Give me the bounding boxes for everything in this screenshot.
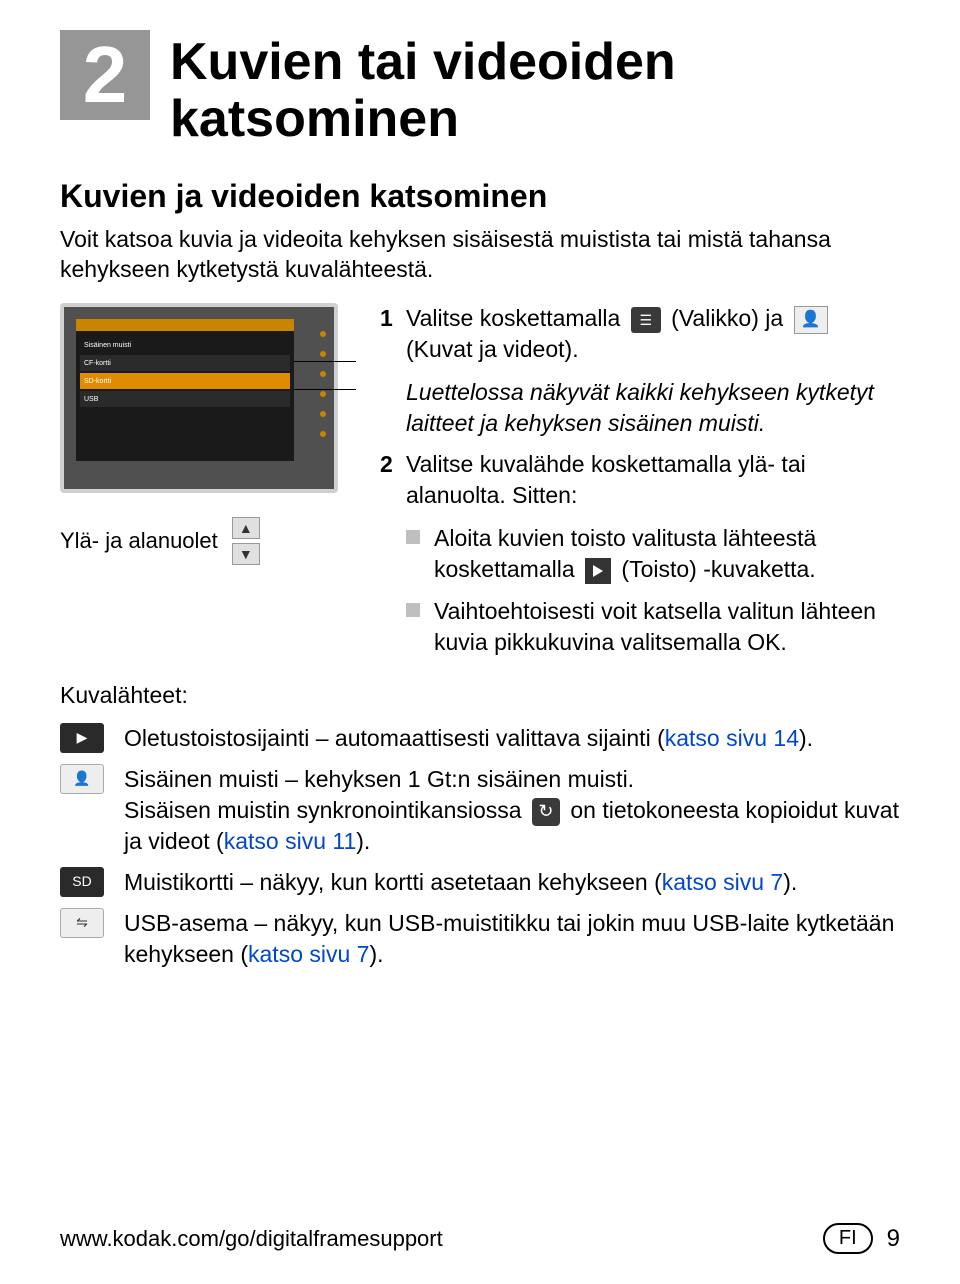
source-usb: ⇋ USB-asema – näkyy, kun USB-muistitikku… bbox=[60, 908, 900, 970]
pictures-icon: 👤 bbox=[794, 306, 828, 334]
step1-text-b: (Valikko) ja bbox=[665, 305, 790, 331]
section-heading: Kuvien ja videoiden katsominen bbox=[60, 178, 900, 215]
arrows-label: Ylä- ja alanuolet bbox=[60, 528, 218, 554]
src-usb-b: ). bbox=[369, 941, 383, 967]
device-illustration: Sisäinen muisti CF-kortti SD-kortti USB bbox=[60, 303, 338, 493]
bullet1-text-b: (Toisto) -kuvaketta. bbox=[615, 556, 816, 582]
step1-text-a: Valitse koskettamalla bbox=[406, 305, 627, 331]
page-footer: www.kodak.com/go/digitalframesupport FI … bbox=[60, 1223, 900, 1254]
link-page-11[interactable]: katso sivu 11 bbox=[224, 828, 357, 854]
src-internal-2c: ). bbox=[356, 828, 370, 854]
square-bullet-icon bbox=[406, 530, 420, 544]
step2-bullet-2: Vaihtoehtoisesti voit katsella valitun l… bbox=[406, 596, 900, 658]
chapter-header: 2 Kuvien tai videoiden katsominen bbox=[60, 30, 900, 148]
source-internal: 👤 Sisäinen muisti – kehyksen 1 Gt:n sisä… bbox=[60, 764, 900, 857]
step1-note: Luettelossa näkyvät kaikki kehykseen kyt… bbox=[406, 377, 900, 439]
arrow-down-icon: ▼ bbox=[232, 543, 260, 565]
link-page-14[interactable]: katso sivu 14 bbox=[665, 725, 799, 751]
menu-icon: ☰ bbox=[631, 307, 661, 333]
step-2: 2 Valitse kuvalähde koskettamalla ylä- t… bbox=[380, 449, 900, 511]
src-default-b: ). bbox=[799, 725, 813, 751]
language-badge: FI bbox=[823, 1223, 873, 1254]
step2-text: Valitse kuvalähde koskettamalla ylä- tai… bbox=[406, 449, 900, 511]
usb-icon: ⇋ bbox=[60, 908, 104, 938]
bullet2-text: Vaihtoehtoisesti voit katsella valitun l… bbox=[434, 596, 900, 658]
step-1: 1 Valitse koskettamalla ☰ (Valikko) ja 👤… bbox=[380, 303, 900, 365]
section-intro: Voit katsoa kuvia ja videoita kehyksen s… bbox=[60, 225, 900, 285]
folder-play-icon: ▶ bbox=[60, 723, 104, 753]
step2-bullet-1: Aloita kuvien toisto valitusta lähteestä… bbox=[406, 523, 900, 585]
footer-url: www.kodak.com/go/digitalframesupport bbox=[60, 1226, 443, 1252]
src-usb-a: USB-asema – näkyy, kun USB-muistitikku t… bbox=[124, 910, 894, 967]
sync-icon: ↻ bbox=[532, 798, 560, 826]
step1-text-c: (Kuvat ja videot). bbox=[406, 336, 579, 362]
src-card-b: ). bbox=[783, 869, 797, 895]
link-page-7b[interactable]: katso sivu 7 bbox=[248, 941, 369, 967]
play-icon bbox=[585, 558, 611, 584]
source-default: ▶ Oletustoistosijainti – automaattisesti… bbox=[60, 723, 900, 754]
arrow-up-icon: ▲ bbox=[232, 517, 260, 539]
internal-memory-icon: 👤 bbox=[60, 764, 104, 794]
chapter-number: 2 bbox=[60, 30, 150, 120]
src-internal-2a: Sisäisen muistin synkronointikansiossa bbox=[124, 797, 528, 823]
page-number: 9 bbox=[887, 1225, 900, 1253]
src-card-a: Muistikortti – näkyy, kun kortti aseteta… bbox=[124, 869, 662, 895]
link-page-7a[interactable]: katso sivu 7 bbox=[662, 869, 783, 895]
src-default-a: Oletustoistosijainti – automaattisesti v… bbox=[124, 725, 665, 751]
source-card: SD Muistikortti – näkyy, kun kortti aset… bbox=[60, 867, 900, 898]
sd-card-icon: SD bbox=[60, 867, 104, 897]
chapter-title: Kuvien tai videoiden katsominen bbox=[170, 30, 900, 148]
square-bullet-icon bbox=[406, 603, 420, 617]
src-internal-line1: Sisäinen muisti – kehyksen 1 Gt:n sisäin… bbox=[124, 764, 900, 795]
sources-heading: Kuvalähteet: bbox=[60, 682, 900, 709]
up-down-arrows-icon: ▲ ▼ bbox=[228, 517, 264, 565]
